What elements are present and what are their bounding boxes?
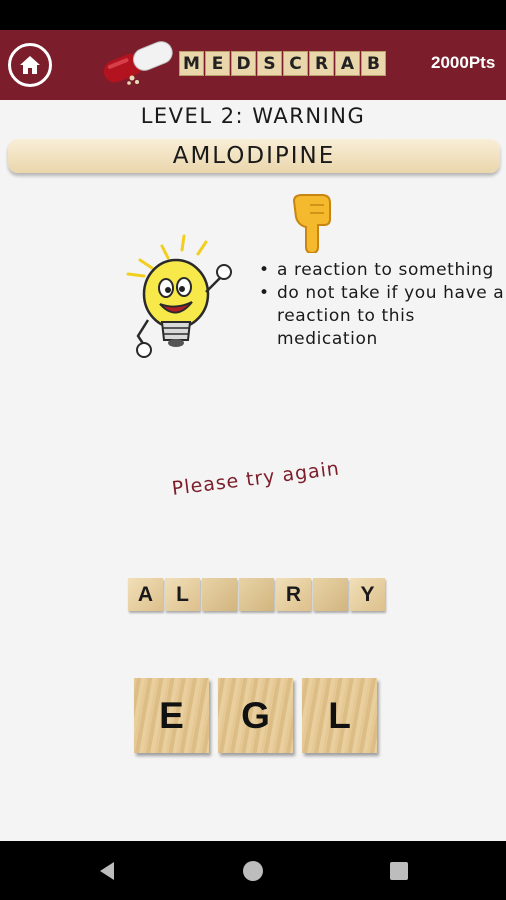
brand-tile: A [335, 51, 360, 76]
answer-slot[interactable]: R [276, 578, 311, 611]
pill-capsule-icon [103, 41, 173, 85]
answer-slot[interactable]: Y [350, 578, 385, 611]
brand-tile: E [205, 51, 230, 76]
hint-list: a reaction to something do not take if y… [259, 259, 506, 351]
answer-slot-empty[interactable] [239, 578, 274, 611]
level-title: LEVEL 2: WARNING [140, 104, 366, 128]
drug-name-banner: AMLODIPINE [8, 139, 500, 173]
hint-item: a reaction to something [259, 259, 506, 282]
answer-slot-empty[interactable] [313, 578, 348, 611]
letter-choices: E G L [134, 678, 377, 753]
feedback-message: Please try again [170, 457, 342, 500]
nav-recents-button[interactable] [384, 856, 414, 886]
home-circle-icon [243, 861, 263, 881]
brand-tile: S [257, 51, 282, 76]
answer-slot[interactable]: L [165, 578, 200, 611]
letter-tile[interactable]: E [134, 678, 209, 753]
back-triangle-icon [100, 862, 114, 880]
system-nav-bar [0, 841, 506, 900]
brand-tile: R [309, 51, 334, 76]
hint-item: do not take if you have a reaction to th… [259, 282, 506, 351]
letter-tile[interactable]: G [218, 678, 293, 753]
home-button[interactable] [8, 43, 52, 87]
recents-square-icon [390, 862, 408, 880]
answer-slots: A L R Y [128, 578, 385, 611]
brand-tile: M [179, 51, 204, 76]
brand-tile: C [283, 51, 308, 76]
nav-back-button[interactable] [92, 856, 122, 886]
pointing-down-hand-icon [292, 194, 331, 253]
brand-tile: B [361, 51, 386, 76]
brand-tile: D [231, 51, 256, 76]
status-bar [0, 0, 506, 30]
letter-tile[interactable]: L [302, 678, 377, 753]
nav-home-button[interactable] [238, 856, 268, 886]
answer-slot[interactable]: A [128, 578, 163, 611]
lightbulb-mascot-icon [126, 234, 232, 358]
home-icon [20, 56, 40, 74]
points-display: 2000Pts [431, 53, 496, 72]
brand-tiles: M E D S C R A B [179, 51, 386, 76]
answer-slot-empty[interactable] [202, 578, 237, 611]
app-header: M E D S C R A B 2000Pts [0, 30, 506, 100]
